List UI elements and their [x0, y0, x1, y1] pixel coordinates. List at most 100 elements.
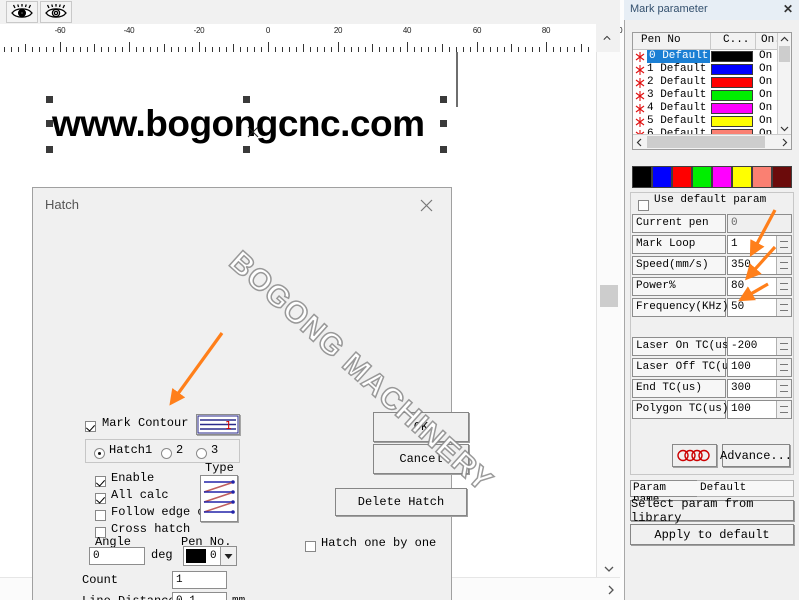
polygon-tc-input[interactable]: 100: [727, 400, 792, 419]
hatch-type-preview-icon[interactable]: [200, 475, 238, 522]
canvas-vertical-scrollbar[interactable]: [596, 52, 621, 577]
mark-contour-checkbox[interactable]: Mark Contour: [85, 416, 188, 436]
scroll-right-button[interactable]: [778, 135, 791, 149]
scroll-left-button[interactable]: [633, 135, 646, 149]
enable-checkbox[interactable]: Enable: [95, 471, 154, 491]
selection-handle[interactable]: [46, 96, 53, 103]
close-button[interactable]: [409, 194, 443, 216]
pen-table-row[interactable]: 1 Default On: [633, 63, 778, 76]
select-param-from-library-button[interactable]: Select param from library: [630, 497, 794, 525]
pen-table-horizontal-scrollbar[interactable]: [633, 134, 791, 149]
mark-parameter-close-button[interactable]: ✕: [783, 2, 793, 16]
pen-table-row[interactable]: 4 Default On: [633, 102, 778, 115]
scrollbar-thumb[interactable]: [779, 46, 790, 62]
speed-input[interactable]: 350: [727, 256, 792, 275]
apply-to-default-button[interactable]: Apply to default: [630, 524, 794, 545]
eye-show-button[interactable]: [6, 1, 38, 23]
all-calc-checkbox[interactable]: All calc: [95, 488, 169, 508]
palette-swatch[interactable]: [752, 166, 772, 188]
frequency-label: Frequency(KHz): [632, 298, 728, 317]
page-boundary-line: [456, 52, 458, 107]
pen-table-vertical-scrollbar[interactable]: [777, 33, 791, 135]
ok-button[interactable]: OK: [373, 412, 469, 442]
chevron-up-icon: [603, 35, 611, 40]
ruler-label: 20: [333, 26, 343, 35]
use-default-param-checkbox[interactable]: Use default param: [638, 194, 766, 215]
chevron-right-icon: [782, 138, 788, 146]
spinner-icon[interactable]: [776, 299, 791, 316]
radio-button: [161, 448, 172, 459]
selection-handle[interactable]: [440, 120, 447, 127]
frequency-input[interactable]: 50: [727, 298, 792, 317]
chevron-down-icon[interactable]: [220, 547, 236, 565]
scroll-down-button[interactable]: [597, 561, 621, 577]
scrollbar-thumb[interactable]: [647, 136, 765, 148]
artwork-selection[interactable]: www.bogongcnc.com: [46, 96, 447, 153]
pen-color-swatch[interactable]: [711, 64, 753, 75]
spinner-icon[interactable]: [776, 359, 791, 376]
ruler-tick: [511, 44, 512, 52]
mark-loop-input[interactable]: 1: [727, 235, 792, 254]
scroll-right-button[interactable]: [602, 578, 620, 600]
hatch-tab-1[interactable]: Hatch1: [94, 443, 152, 463]
ruler-label: 60: [472, 26, 482, 35]
scroll-up-button[interactable]: [778, 33, 791, 46]
selection-handle[interactable]: [46, 146, 53, 153]
selection-handle[interactable]: [243, 146, 250, 153]
selection-handle[interactable]: [243, 96, 250, 103]
four-rings-button[interactable]: [672, 444, 717, 467]
pen-color-swatch[interactable]: [711, 116, 753, 127]
ruler-tick: [199, 42, 200, 52]
advance-button[interactable]: Advance...: [720, 444, 792, 467]
palette-swatch[interactable]: [672, 166, 692, 188]
eye-hide-button[interactable]: [40, 1, 72, 23]
ruler-label: -40: [123, 26, 135, 35]
laser-star-icon: [635, 63, 645, 75]
palette-swatch[interactable]: [712, 166, 732, 188]
laser-off-tc-input[interactable]: 100: [727, 358, 792, 377]
selection-handle[interactable]: [440, 146, 447, 153]
angle-input[interactable]: 0: [89, 547, 145, 565]
pen-color-swatch[interactable]: [711, 90, 753, 101]
pen-name: 3 Default: [647, 89, 707, 101]
power-input[interactable]: 80: [727, 277, 792, 296]
pen-table-row[interactable]: 5 Default On: [633, 115, 778, 128]
pen-table-row[interactable]: 3 Default On: [633, 89, 778, 102]
palette-swatch[interactable]: [632, 166, 652, 188]
line-distance-input[interactable]: 0.1: [172, 592, 227, 600]
spinner-icon[interactable]: [776, 236, 791, 253]
laser-on-tc-input[interactable]: -200: [727, 337, 792, 356]
spinner-icon[interactable]: [776, 257, 791, 274]
pen-table-row[interactable]: 2 Default On: [633, 76, 778, 89]
pen-list-table[interactable]: Pen No C... On.. 0 Default On 1 Default On 2…: [632, 32, 792, 150]
spinner-icon[interactable]: [776, 401, 791, 418]
palette-swatch[interactable]: [732, 166, 752, 188]
count-label: Count: [82, 573, 119, 587]
color-palette[interactable]: [632, 166, 792, 188]
pen-color-swatch[interactable]: [711, 77, 753, 88]
mark-contour-preview-icon[interactable]: 1: [196, 414, 240, 435]
param-name-value[interactable]: Default: [697, 480, 794, 497]
count-input[interactable]: 1: [172, 571, 227, 589]
artwork-text[interactable]: www.bogongcnc.com: [52, 102, 425, 146]
pen-color-swatch[interactable]: [711, 103, 753, 114]
selection-handle[interactable]: [46, 120, 53, 127]
selection-handle[interactable]: [440, 96, 447, 103]
hatch-one-by-one-checkbox[interactable]: Hatch one by one: [305, 536, 436, 556]
palette-swatch[interactable]: [692, 166, 712, 188]
spinner-icon[interactable]: [776, 338, 791, 355]
scrollbar-thumb[interactable]: [600, 285, 618, 307]
spinner-icon[interactable]: [776, 380, 791, 397]
palette-swatch[interactable]: [652, 166, 672, 188]
hatch-tab-2[interactable]: 2: [161, 443, 183, 463]
palette-swatch[interactable]: [772, 166, 792, 188]
pen-table-row[interactable]: 0 Default On: [633, 50, 778, 63]
cancel-button[interactable]: Cancel: [373, 444, 469, 474]
end-tc-input[interactable]: 300: [727, 379, 792, 398]
cross-hatch-label: Cross hatch: [111, 522, 191, 536]
follow-edge-on-checkbox[interactable]: Follow edge on: [95, 505, 212, 525]
pen-no-select[interactable]: 0: [183, 546, 237, 566]
pen-color-swatch[interactable]: [711, 51, 753, 62]
spinner-icon[interactable]: [776, 278, 791, 295]
delete-hatch-button[interactable]: Delete Hatch: [335, 488, 467, 516]
